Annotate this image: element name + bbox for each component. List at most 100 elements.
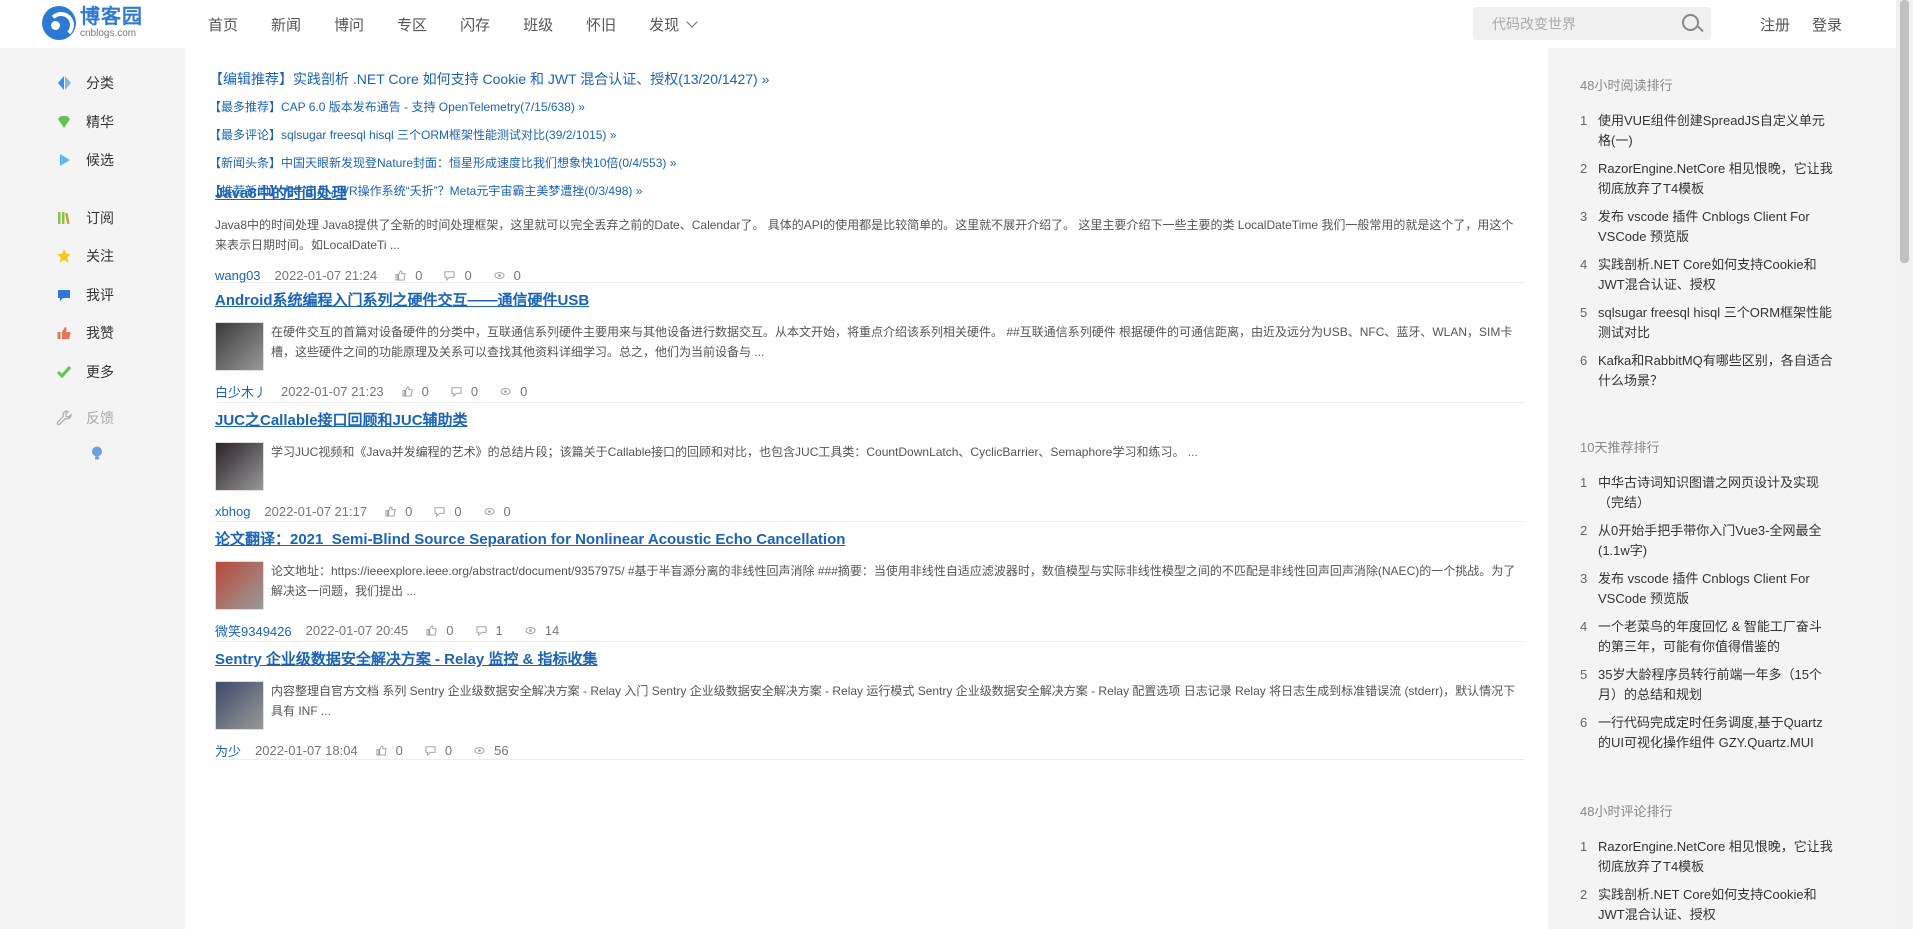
sidebar-item-label: 精华: [86, 113, 114, 130]
sidebar-item-bulb[interactable]: [0, 438, 185, 468]
post-comments-stat[interactable]: 0: [451, 384, 478, 399]
post-likes-count: 0: [405, 503, 413, 519]
ranking-item: 1 使用VUE组件创建SpreadJS自定义单元格(一): [1580, 111, 1840, 151]
nav-class[interactable]: 班级: [523, 14, 553, 35]
post-title[interactable]: Android系统编程入门系列之硬件交互——通信硬件USB: [215, 289, 1525, 310]
ranking-item: 2 从0开始手把手带你入门Vue3-全网最全(1.1w字): [1580, 521, 1840, 561]
post-meta: wang03 2022-01-07 21:24 0 0 0: [215, 265, 1525, 285]
post-author[interactable]: wang03: [215, 268, 261, 283]
ranking-panel: 10天推荐排行 1 中华古诗词知识图谱之网页设计及实现（完结） 2 从0开始手把手带你入…: [1580, 437, 1840, 761]
nav-news[interactable]: 新闻: [271, 14, 301, 35]
post-comments-count: 0: [470, 383, 479, 399]
post-comments-stat[interactable]: 0: [425, 743, 452, 758]
nav-discover[interactable]: 发现: [649, 14, 698, 35]
sidebar-item-group2-2[interactable]: 我评: [0, 276, 185, 315]
post-views-stat[interactable]: 56: [474, 743, 509, 758]
post-summary: 在硬件交互的首篇对设备硬件的分类中，互联通信系列硬件主要用来与其他设备进行数据交…: [271, 325, 1513, 359]
ranking-item: 1 中华古诗词知识图谱之网页设计及实现（完结）: [1580, 473, 1840, 513]
ranking-link[interactable]: 从0开始手把手带你入门Vue3-全网最全(1.1w字): [1598, 521, 1833, 561]
ranking-link[interactable]: 一个老菜鸟的年度回忆 & 智能工厂奋斗的第三年，可能有你值得借鉴的: [1598, 617, 1833, 657]
ranking-link[interactable]: 实践剖析.NET Core如何支持Cookie和JWT混合认证、授权: [1598, 255, 1833, 295]
post-likes-stat[interactable]: 0: [426, 622, 454, 638]
ranking-link[interactable]: 35岁大龄程序员转行前端一年多（15个月）的总结和规划: [1598, 665, 1833, 705]
post-author[interactable]: 微笑9349426: [215, 621, 292, 640]
recommend-editor[interactable]: 【编辑推荐】实践剖析 .NET Core 如何支持 Cookie 和 JWT 混…: [209, 65, 769, 93]
ranking-link[interactable]: 发布 vscode 插件 Cnblogs Client For VSCode 预…: [1598, 207, 1833, 247]
post-item: 论文翻译：2021_Semi-Blind Source Separation f…: [215, 528, 1525, 642]
post-likes-count: 0: [446, 622, 454, 638]
post-author[interactable]: xbhog: [215, 504, 250, 519]
post-likes-stat[interactable]: 0: [402, 384, 429, 399]
sidebar-item-group2-1[interactable]: 关注: [0, 237, 185, 276]
scrollbar-thumb[interactable]: [1900, 0, 1909, 263]
ranking-link[interactable]: 发布 vscode 插件 Cnblogs Client For VSCode 预…: [1598, 569, 1833, 609]
post-author[interactable]: 白少木丿: [215, 382, 267, 401]
register-link[interactable]: 注册: [1760, 14, 1790, 35]
post-likes-stat[interactable]: 0: [385, 504, 412, 519]
author-avatar[interactable]: [215, 561, 264, 610]
sidebar-item-group2-0[interactable]: 订阅: [0, 199, 185, 238]
post-likes-stat[interactable]: 0: [376, 743, 403, 758]
post-views-count: 14: [544, 622, 560, 638]
post-comments-stat[interactable]: 1: [475, 623, 503, 638]
sidebar-item-group1-0[interactable]: 分类: [0, 64, 185, 103]
author-avatar[interactable]: [215, 322, 264, 371]
post-item: Sentry 企业级数据安全解决方案 - Relay 监控 & 指标收集 内容整理…: [215, 648, 1525, 760]
lightbulb-icon: [92, 446, 102, 459]
post-author[interactable]: 为少: [215, 741, 241, 760]
sidebar-item-label: 更多: [86, 363, 114, 380]
ranking-link[interactable]: 一行代码完成定时任务调度,基于Quartz的UI可视化操作组件 GZY.Quar…: [1598, 713, 1833, 753]
nav-zone[interactable]: 专区: [397, 14, 427, 35]
ranking-link[interactable]: 实践剖析.NET Core如何支持Cookie和JWT混合认证、授权: [1598, 885, 1833, 925]
ranking-link[interactable]: 中华古诗词知识图谱之网页设计及实现（完结）: [1598, 473, 1833, 513]
ranking-item: 3 发布 vscode 插件 Cnblogs Client For VSCode …: [1580, 207, 1840, 247]
author-avatar[interactable]: [215, 681, 264, 730]
sidebar-item-group1-1[interactable]: 精华: [0, 103, 185, 142]
post-views-stat[interactable]: 0: [500, 384, 527, 399]
post-likes-stat[interactable]: 0: [395, 268, 422, 283]
post-views-stat[interactable]: 0: [484, 504, 511, 519]
sidebar-group-main: 分类精华候选: [0, 64, 185, 180]
post-comments-stat[interactable]: 0: [434, 504, 462, 519]
sidebar-item-group2-3[interactable]: 我赞: [0, 314, 185, 353]
nav-qa[interactable]: 博问: [334, 14, 364, 35]
nav-home[interactable]: 首页: [208, 14, 238, 35]
ranking-link[interactable]: RazorEngine.NetCore 相见恨晚，它让我彻底放弃了T4模板: [1598, 837, 1833, 877]
ranking-item: 4 一个老菜鸟的年度回忆 & 智能工厂奋斗的第三年，可能有你值得借鉴的: [1580, 617, 1840, 657]
ranking-link[interactable]: sqlsugar freesql hisql 三个ORM框架性能测试对比: [1598, 303, 1833, 343]
nav-nostalgia[interactable]: 怀旧: [586, 14, 616, 35]
ranking-item: 5 sqlsugar freesql hisql 三个ORM框架性能测试对比: [1580, 303, 1840, 343]
post-title[interactable]: Sentry 企业级数据安全解决方案 - Relay 监控 & 指标收集: [215, 648, 1525, 669]
post-comments-stat[interactable]: 0: [444, 268, 472, 283]
comment-icon: [475, 625, 487, 636]
ranking-link[interactable]: 使用VUE组件创建SpreadJS自定义单元格(一): [1598, 111, 1833, 151]
eye-icon: [525, 626, 536, 634]
sidebar-item-label: 候选: [86, 152, 114, 169]
sidebar-item-group2-4[interactable]: 更多: [0, 353, 185, 392]
ranking-title: 48小时阅读排行: [1580, 78, 1673, 93]
ranking-link[interactable]: RazorEngine.NetCore 相见恨晚，它让我彻底放弃了T4模板: [1598, 159, 1833, 199]
search-input[interactable]: [1473, 15, 1677, 32]
search-icon[interactable]: [1677, 7, 1711, 40]
post-views-stat[interactable]: 14: [525, 623, 559, 638]
nav-flash[interactable]: 闪存: [460, 14, 490, 35]
post-title[interactable]: Java8中的时间处理: [215, 182, 1525, 203]
like-icon: [376, 744, 387, 756]
post-time: 2022-01-07 18:04: [255, 742, 358, 758]
login-link[interactable]: 登录: [1812, 14, 1842, 35]
post-title[interactable]: 论文翻译：2021_Semi-Blind Source Separation f…: [215, 528, 1525, 549]
ranking-link[interactable]: Kafka和RabbitMQ有哪些区别，各自适合什么场景？: [1598, 351, 1833, 391]
recommend-most-liked[interactable]: 【最多推荐】CAP 6.0 版本发布通告 - 支持 OpenTelemetry(…: [209, 93, 769, 121]
sidebar-item-group1-2[interactable]: 候选: [0, 141, 185, 180]
recommend-headline-news[interactable]: 【新闻头条】中国天眼新发现登Nature封面：恒星形成速度比我们想象快10倍(0…: [209, 149, 769, 177]
post-title[interactable]: JUC之Callable接口回顾和JUC辅助类: [215, 409, 1525, 430]
page-scrollbar[interactable]: [1896, 0, 1913, 929]
post-likes-count: 0: [421, 383, 429, 399]
author-avatar[interactable]: [215, 442, 264, 491]
post-time: 2022-01-07 21:23: [281, 383, 384, 399]
ranking-list: 1 中华古诗词知识图谱之网页设计及实现（完结） 2 从0开始手把手带你入门Vue3-全…: [1580, 473, 1840, 753]
sidebar-item-feedback[interactable]: 反馈: [0, 399, 185, 438]
site-logo[interactable]: 博客园 cnblogs.com: [42, 5, 162, 41]
recommend-most-comments[interactable]: 【最多评论】sqlsugar freesql hisql 三个ORM框架性能测试…: [209, 121, 769, 149]
post-views-stat[interactable]: 0: [494, 268, 521, 283]
